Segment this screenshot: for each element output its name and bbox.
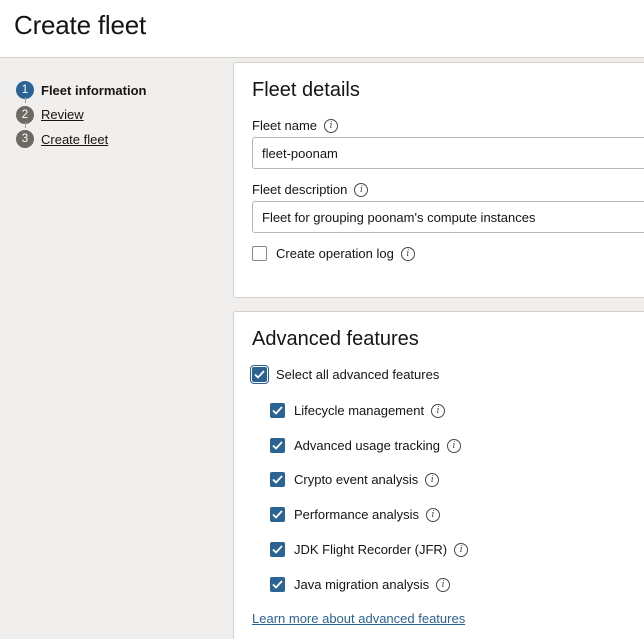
select-all-label: Select all advanced features: [276, 367, 440, 382]
checkmark-icon: [272, 510, 283, 519]
step-review[interactable]: 2 Review: [16, 103, 146, 128]
fleet-name-label: Fleet name i: [252, 118, 339, 133]
feature-label: Advanced usage tracking: [294, 438, 440, 453]
info-icon[interactable]: i: [431, 403, 446, 418]
step-label: Fleet information: [41, 82, 147, 98]
advanced-features-card: Advanced features Select all advanced fe…: [233, 311, 644, 639]
info-icon[interactable]: i: [354, 182, 369, 197]
feature-checkbox[interactable]: [270, 507, 285, 522]
fleet-name-input[interactable]: [252, 137, 644, 169]
checkmark-icon: [272, 545, 283, 554]
select-all-option[interactable]: Select all advanced features: [250, 365, 440, 384]
feature-label: Performance analysis: [294, 507, 419, 522]
step-label[interactable]: Review: [41, 107, 84, 122]
checkmark-icon: [272, 406, 283, 415]
step-number: 3: [16, 130, 34, 149]
info-icon[interactable]: i: [400, 246, 415, 261]
feature-checkbox[interactable]: [270, 472, 285, 487]
feature-label: Lifecycle management: [294, 403, 425, 418]
info-icon[interactable]: i: [436, 577, 451, 592]
info-icon[interactable]: i: [446, 438, 461, 453]
feature-checkbox[interactable]: [270, 542, 285, 557]
checkmark-icon: [254, 370, 265, 379]
feature-performance-analysis[interactable]: Performance analysis i: [270, 507, 440, 522]
step-fleet-information[interactable]: 1 Fleet information: [16, 78, 146, 103]
checkmark-icon: [272, 441, 283, 450]
fleet-description-input[interactable]: [252, 201, 644, 233]
step-label[interactable]: Create fleet: [41, 132, 108, 147]
learn-more-link[interactable]: Learn more about advanced features: [252, 611, 465, 626]
checkmark-icon: [272, 580, 283, 589]
fleet-description-label: Fleet description i: [252, 182, 369, 197]
step-create-fleet[interactable]: 3 Create fleet: [16, 127, 146, 152]
feature-label: Crypto event analysis: [294, 472, 419, 487]
wizard-steps: 1 Fleet information 2 Review 3 Create fl…: [16, 78, 146, 152]
feature-label: JDK Flight Recorder (JFR): [294, 542, 448, 557]
select-all-checkbox[interactable]: [250, 365, 269, 384]
feature-checkbox[interactable]: [270, 577, 285, 592]
info-icon[interactable]: i: [425, 472, 440, 487]
feature-crypto-event-analysis[interactable]: Crypto event analysis i: [270, 472, 440, 487]
feature-checkbox[interactable]: [270, 403, 285, 418]
page-header: Create fleet: [0, 0, 644, 58]
operation-log-option[interactable]: Create operation log i: [252, 246, 415, 261]
advanced-features-title: Advanced features: [252, 328, 419, 350]
feature-label: Java migration analysis: [294, 577, 430, 592]
fleet-details-card: Fleet details Fleet name i Fleet descrip…: [233, 62, 644, 298]
info-icon[interactable]: i: [324, 118, 339, 133]
feature-checkbox[interactable]: [270, 438, 285, 453]
operation-log-checkbox[interactable]: [252, 246, 267, 261]
operation-log-label: Create operation log: [276, 246, 394, 261]
info-icon[interactable]: i: [426, 507, 440, 522]
checkmark-icon: [272, 475, 283, 484]
page-title: Create fleet: [14, 10, 147, 40]
info-icon[interactable]: i: [454, 542, 469, 557]
feature-advanced-usage-tracking[interactable]: Advanced usage tracking i: [270, 438, 461, 453]
feature-java-migration-analysis[interactable]: Java migration analysis i: [270, 577, 451, 592]
feature-jdk-flight-recorder[interactable]: JDK Flight Recorder (JFR) i: [270, 542, 469, 557]
feature-lifecycle-management[interactable]: Lifecycle management i: [270, 403, 446, 418]
fleet-details-title: Fleet details: [252, 79, 360, 101]
